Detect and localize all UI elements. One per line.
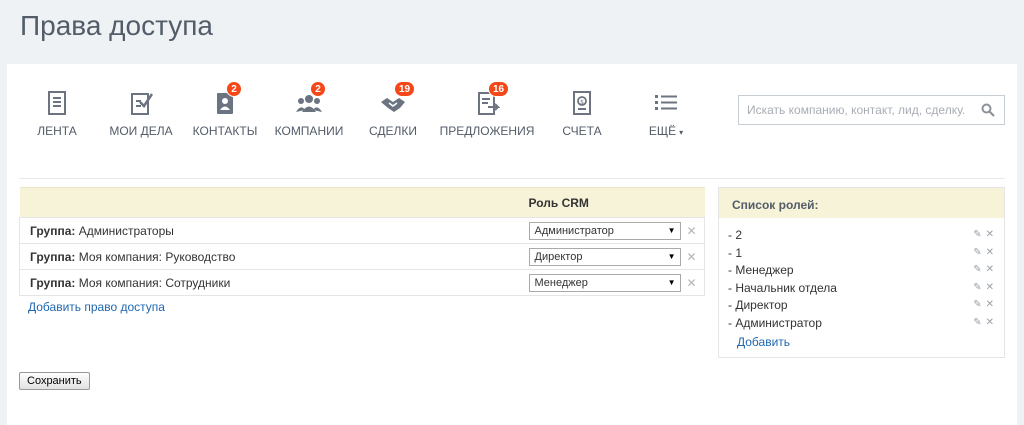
- crm-panel: ЛЕНТА МОИ ДЕЛА 2 КОНТАКТЫ 2 КОМПАНИИ 19 …: [7, 64, 1017, 425]
- search-input[interactable]: [739, 96, 979, 124]
- toolbar-item-label: СДЕЛКИ: [368, 124, 418, 138]
- table-row: Группа: Моя компания: Сотрудники Менедже…: [18, 269, 705, 296]
- delete-permission-icon[interactable]: ✕: [681, 250, 697, 264]
- edit-pencil-icon[interactable]: ✎: [973, 317, 981, 328]
- role-cell: Администратор ▼ ✕: [528, 217, 705, 244]
- role-name: - Администратор: [728, 315, 822, 330]
- contacts-badge: 2: [226, 81, 242, 97]
- deals-icon: 19: [380, 81, 416, 116]
- toolbar-item-more[interactable]: ЕЩЁ ▾: [616, 86, 716, 138]
- dropdown-arrow-icon: ▼: [667, 225, 676, 235]
- edit-pencil-icon[interactable]: ✎: [973, 247, 981, 258]
- toolbar-item-quotes[interactable]: 16 ПРЕДЛОЖЕНИЯ: [437, 81, 537, 138]
- role-select[interactable]: Директор ▼: [528, 247, 681, 266]
- roles-list: - 2 ✎ ✕ - 1 ✎ ✕ - Менеджер ✎ ✕ - Начальник отд…: [719, 218, 1004, 333]
- table-row: Группа: Администраторы Администратор ▼ ✕: [18, 217, 705, 244]
- table-header-row: Роль CRM: [19, 187, 705, 218]
- role-column-header: Роль CRM: [528, 187, 705, 218]
- list-item: - 2 ✎ ✕: [728, 228, 994, 246]
- list-item: - 1 ✎ ✕: [728, 246, 994, 264]
- role-select-value: Администратор: [534, 224, 614, 237]
- group-cell: Группа: Моя компания: Руководство: [18, 243, 529, 270]
- group-key-label: Группа:: [30, 223, 76, 238]
- edit-pencil-icon[interactable]: ✎: [973, 264, 981, 275]
- role-name: - 2: [728, 228, 743, 242]
- role-name: - Начальник отдела: [728, 280, 837, 295]
- save-button[interactable]: Сохранить: [19, 372, 90, 390]
- toolbar-item-label: ЕЩЁ ▾: [648, 124, 684, 138]
- deals-badge: 19: [394, 81, 416, 97]
- group-name: Моя компания: Сотрудники: [78, 275, 231, 290]
- group-name: Администраторы: [78, 223, 174, 238]
- chevron-down-icon: ▾: [679, 128, 684, 137]
- dropdown-arrow-icon: ▼: [667, 277, 676, 287]
- contacts-icon: 2: [212, 81, 242, 116]
- search-icon[interactable]: [981, 103, 995, 117]
- role-name: - Директор: [728, 298, 788, 312]
- table-row: Группа: Моя компания: Руководство Директ…: [18, 243, 705, 270]
- list-item: - Менеджер ✎ ✕: [728, 263, 994, 281]
- quotes-badge: 16: [488, 81, 510, 97]
- invoices-icon: $: [569, 90, 595, 116]
- permissions-table: Роль CRM Группа: Администраторы Админист…: [18, 187, 705, 296]
- delete-icon[interactable]: ✕: [986, 282, 994, 293]
- group-cell: Группа: Администраторы: [18, 217, 529, 244]
- role-cell: Директор ▼ ✕: [528, 243, 705, 270]
- role-select[interactable]: Менеджер ▼: [528, 273, 681, 292]
- page-title: Права доступа: [20, 10, 213, 41]
- delete-icon[interactable]: ✕: [986, 264, 994, 275]
- search-field[interactable]: [738, 95, 1005, 125]
- crm-toolbar: ЛЕНТА МОИ ДЕЛА 2 КОНТАКТЫ 2 КОМПАНИИ 19 …: [7, 64, 1017, 178]
- quotes-icon: 16: [474, 81, 510, 116]
- role-name: - 1: [728, 245, 743, 260]
- role-select-value: Директор: [534, 250, 583, 263]
- group-cell: Группа: Моя компания: Сотрудники: [18, 269, 529, 296]
- roles-panel: Список ролей: - 2 ✎ ✕ - 1 ✎ ✕ - Менеджер ✎ ✕ -…: [718, 187, 1005, 358]
- delete-icon[interactable]: ✕: [986, 247, 994, 258]
- feed-icon: [44, 90, 70, 116]
- list-icon: [653, 90, 679, 116]
- group-key-label: Группа:: [30, 249, 76, 264]
- list-item: - Начальник отдела ✎ ✕: [728, 281, 994, 299]
- group-column-header: [19, 187, 529, 218]
- add-permission-link[interactable]: Добавить право доступа: [28, 300, 165, 314]
- role-select-value: Менеджер: [534, 276, 588, 289]
- toolbar-item-label: ПРЕДЛОЖЕНИЯ: [439, 124, 535, 138]
- companies-icon: 2: [296, 81, 326, 116]
- svg-text:$: $: [580, 99, 584, 106]
- group-key-label: Группа:: [30, 275, 76, 290]
- delete-icon[interactable]: ✕: [986, 317, 994, 328]
- roles-panel-title: Список ролей:: [719, 188, 1004, 218]
- list-item: - Директор ✎ ✕: [728, 298, 994, 316]
- companies-badge: 2: [310, 81, 326, 97]
- toolbar-item-deals[interactable]: 19 СДЕЛКИ: [343, 81, 443, 138]
- role-cell: Менеджер ▼ ✕: [528, 269, 705, 296]
- dropdown-arrow-icon: ▼: [667, 251, 676, 261]
- role-select[interactable]: Администратор ▼: [528, 221, 681, 240]
- delete-icon[interactable]: ✕: [986, 229, 994, 240]
- add-role-link[interactable]: Добавить: [737, 335, 1004, 349]
- role-name: - Менеджер: [728, 263, 794, 277]
- toolbar-divider: [19, 178, 1005, 179]
- delete-permission-icon[interactable]: ✕: [681, 276, 697, 290]
- tasks-icon: [128, 90, 154, 116]
- delete-icon[interactable]: ✕: [986, 299, 994, 310]
- delete-permission-icon[interactable]: ✕: [681, 224, 697, 238]
- edit-pencil-icon[interactable]: ✎: [973, 229, 981, 240]
- group-name: Моя компания: Руководство: [78, 249, 236, 264]
- edit-pencil-icon[interactable]: ✎: [973, 282, 981, 293]
- edit-pencil-icon[interactable]: ✎: [973, 299, 981, 310]
- list-item: - Администратор ✎ ✕: [728, 316, 994, 334]
